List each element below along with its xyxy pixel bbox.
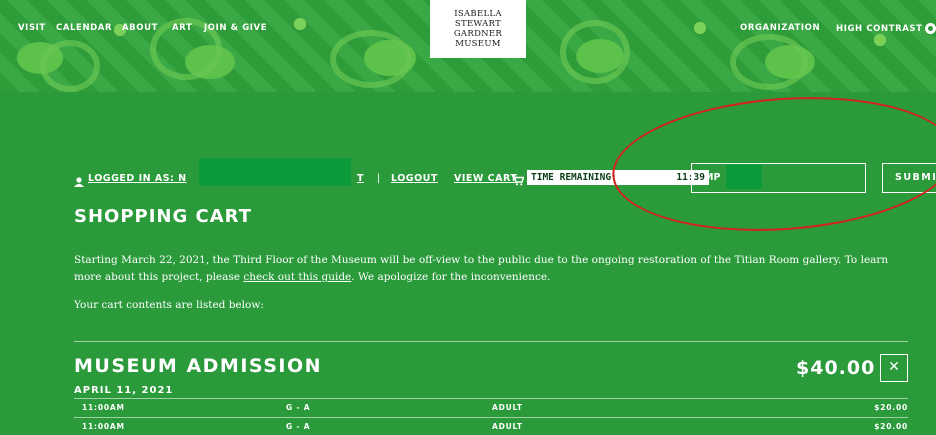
row-divider — [74, 398, 908, 399]
logout-link[interactable]: LOGOUT — [391, 173, 438, 184]
row-section: G - A — [286, 403, 311, 412]
banner-ornament — [330, 30, 412, 88]
banner-ornament — [730, 34, 808, 90]
redacted-name — [199, 158, 351, 186]
high-contrast-label: HIGH CONTRAST — [836, 24, 923, 34]
logged-in-label: LOGGED IN AS: N — [88, 173, 187, 184]
row-type: ADULT — [492, 403, 523, 412]
nav-about[interactable]: ABOUT — [122, 23, 158, 33]
nav-join-give[interactable]: JOIN & GIVE — [204, 23, 267, 33]
banner-ornament — [560, 20, 630, 84]
logo-line: ISABELLA — [454, 9, 502, 19]
close-icon: ✕ — [888, 359, 900, 375]
logo-line: STEWART GARDNER — [453, 19, 503, 39]
nav-organization[interactable]: ORGANIZATION — [740, 23, 820, 33]
row-price: $20.00 — [874, 403, 908, 412]
row-time: 11:00AM — [82, 403, 125, 412]
row-type: ADULT — [492, 422, 523, 431]
view-cart-link[interactable]: VIEW CART — [454, 173, 517, 184]
banner-ornament — [40, 40, 100, 92]
remove-item-button[interactable]: ✕ — [880, 354, 908, 382]
cart-icon — [512, 171, 525, 190]
high-contrast-toggle[interactable]: HIGH CONTRAST — [836, 23, 936, 34]
nav-calendar[interactable]: CALENDAR — [56, 23, 112, 33]
time-remaining-label: TIME REMAINING: — [531, 172, 617, 183]
eye-icon — [924, 23, 936, 34]
nav-visit[interactable]: VISIT — [18, 23, 46, 33]
table-row: 11:00AM G - A ADULT $20.00 — [74, 400, 908, 415]
row-divider — [74, 417, 908, 418]
notice-part2: . We apologize for the inconvenience. — [351, 271, 551, 283]
separator: | — [377, 173, 381, 184]
logged-in-name-tail: T — [357, 173, 364, 184]
table-row: 11:00AM G - A ADULT $20.00 — [74, 419, 908, 434]
admission-date: APRIL 11, 2021 — [74, 385, 174, 396]
logo-line: MUSEUM — [455, 39, 501, 49]
row-price: $20.00 — [874, 422, 908, 431]
guide-link[interactable]: check out this guide — [243, 271, 351, 283]
row-section: G - A — [286, 422, 311, 431]
user-icon — [74, 172, 84, 187]
nav-art[interactable]: ART — [172, 23, 192, 33]
annotation-circle — [607, 86, 936, 242]
notice-text: Starting March 22, 2021, the Third Floor… — [74, 252, 904, 286]
section-divider — [74, 341, 908, 342]
admission-title: MUSEUM ADMISSION — [74, 355, 323, 377]
admission-total: $40.00 — [796, 357, 876, 379]
cart-contents-note: Your cart contents are listed below: — [74, 299, 264, 311]
row-time: 11:00AM — [82, 422, 125, 431]
museum-logo[interactable]: ISABELLA STEWART GARDNER MUSEUM — [430, 0, 526, 58]
page-title: SHOPPING CART — [74, 206, 252, 227]
